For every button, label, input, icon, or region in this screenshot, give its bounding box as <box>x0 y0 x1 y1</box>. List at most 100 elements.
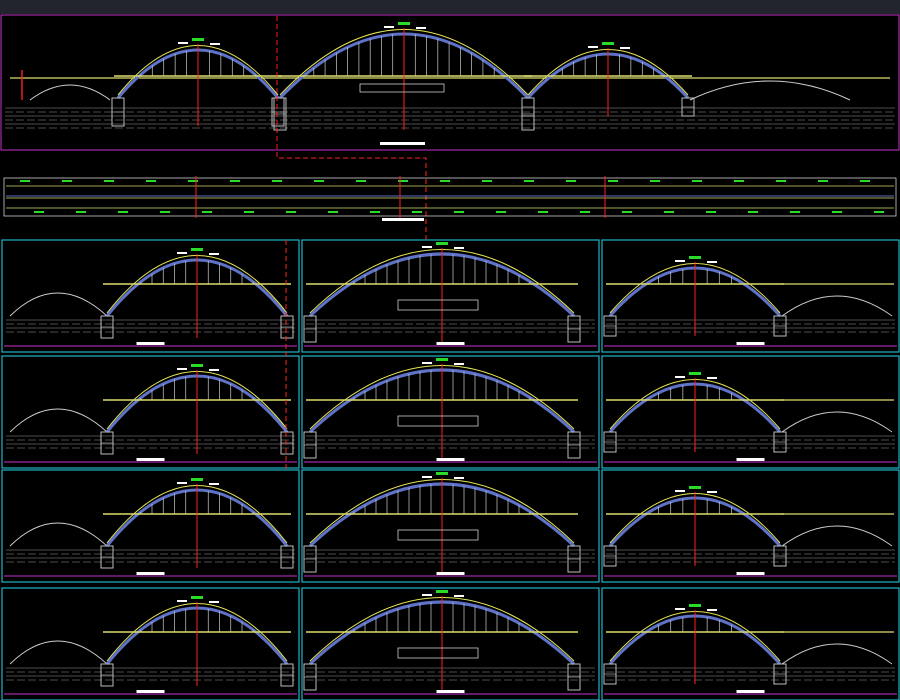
detail-frame <box>601 355 900 469</box>
detail-cell-r4-c2 <box>301 587 600 700</box>
annotation-mark <box>34 211 44 213</box>
annotation-mark <box>209 601 219 603</box>
annotation-mark <box>422 246 432 248</box>
approach-arch <box>29 84 111 101</box>
right-arch-span <box>521 42 695 117</box>
annotation-mark <box>748 211 758 213</box>
annotation-mark <box>104 180 114 182</box>
annotation-mark <box>524 180 534 182</box>
annotation-mark <box>454 595 464 597</box>
annotation-mark <box>706 211 716 213</box>
annotation-mark <box>412 211 422 213</box>
annotation-mark <box>209 253 219 255</box>
annotation-mark <box>454 247 464 249</box>
detail-frame <box>1 239 300 353</box>
detail-grid <box>1 239 900 700</box>
annotation-mark <box>566 180 576 182</box>
view-title <box>436 458 465 461</box>
main-arch-span <box>303 590 581 691</box>
annotation-mark <box>538 211 548 213</box>
approach-arch <box>9 640 108 665</box>
annotation-mark <box>192 38 204 41</box>
detail-cell-r1-c2 <box>301 239 600 353</box>
annotation-mark <box>191 478 203 481</box>
annotation-mark <box>209 483 219 485</box>
annotation-mark <box>398 22 410 25</box>
cad-drawing-canvas[interactable] <box>0 0 900 700</box>
approach-arch <box>9 292 108 317</box>
detail-frame <box>1 469 300 583</box>
detail-cell-r2-c3 <box>601 355 900 469</box>
view-title <box>382 218 424 221</box>
annotation-mark <box>416 27 426 29</box>
annotation-mark <box>436 590 448 593</box>
annotation-mark <box>76 211 86 213</box>
main-arch-span <box>303 472 581 573</box>
annotation-mark <box>118 211 128 213</box>
approach-arch <box>781 525 893 547</box>
annotation-mark <box>860 180 870 182</box>
annotation-mark <box>602 42 614 45</box>
detail-cell-r4-c3 <box>601 587 900 700</box>
annotation-mark <box>272 180 282 182</box>
annotation-mark <box>328 211 338 213</box>
detail-cell-r4-c1 <box>1 587 300 700</box>
annotation-mark <box>689 486 701 489</box>
annotation-mark <box>422 594 432 596</box>
view-title <box>380 142 425 145</box>
cross-section-box <box>397 415 479 427</box>
annotation-mark <box>62 180 72 182</box>
approach-arch <box>689 80 851 101</box>
left-arch-span <box>100 596 294 687</box>
plan-view <box>3 176 897 221</box>
annotation-mark <box>436 358 448 361</box>
annotation-mark <box>818 180 828 182</box>
view-title <box>136 572 165 575</box>
annotation-mark <box>177 600 187 602</box>
annotation-mark <box>707 377 717 379</box>
annotation-mark <box>454 211 464 213</box>
annotation-mark <box>675 260 685 262</box>
annotation-mark <box>588 46 598 48</box>
annotation-mark <box>692 180 702 182</box>
annotation-mark <box>664 211 674 213</box>
view-title <box>736 572 765 575</box>
main-arch-span <box>303 358 581 459</box>
annotation-mark <box>146 180 156 182</box>
view-title <box>136 690 165 693</box>
view-title <box>136 342 165 345</box>
view-title <box>136 458 165 461</box>
annotation-mark <box>874 211 884 213</box>
annotation-mark <box>832 211 842 213</box>
view-title <box>736 342 765 345</box>
annotation-mark <box>496 211 506 213</box>
annotation-mark <box>436 472 448 475</box>
annotation-mark <box>422 476 432 478</box>
annotation-mark <box>210 43 220 45</box>
detail-frame <box>601 239 900 353</box>
annotation-mark <box>177 368 187 370</box>
annotation-mark <box>356 180 366 182</box>
annotation-mark <box>314 180 324 182</box>
annotation-mark <box>689 256 701 259</box>
annotation-mark <box>440 180 450 182</box>
main-arch-span <box>303 242 581 343</box>
annotation-mark <box>370 211 380 213</box>
annotation-mark <box>776 180 786 182</box>
view-title <box>436 690 465 693</box>
view-title <box>436 572 465 575</box>
elevation-frame <box>0 14 900 151</box>
annotation-mark <box>675 490 685 492</box>
detail-cell-r1-c3 <box>601 239 900 353</box>
cross-section-box <box>397 299 479 311</box>
annotation-mark <box>482 180 492 182</box>
detail-cell-r3-c2 <box>301 469 600 583</box>
annotation-mark <box>454 363 464 365</box>
annotation-mark <box>202 211 212 213</box>
annotation-mark <box>384 26 394 28</box>
detail-cell-r2-c2 <box>301 355 600 469</box>
annotation-mark <box>230 180 240 182</box>
annotation-mark <box>675 376 685 378</box>
annotation-mark <box>209 369 219 371</box>
annotation-mark <box>160 211 170 213</box>
